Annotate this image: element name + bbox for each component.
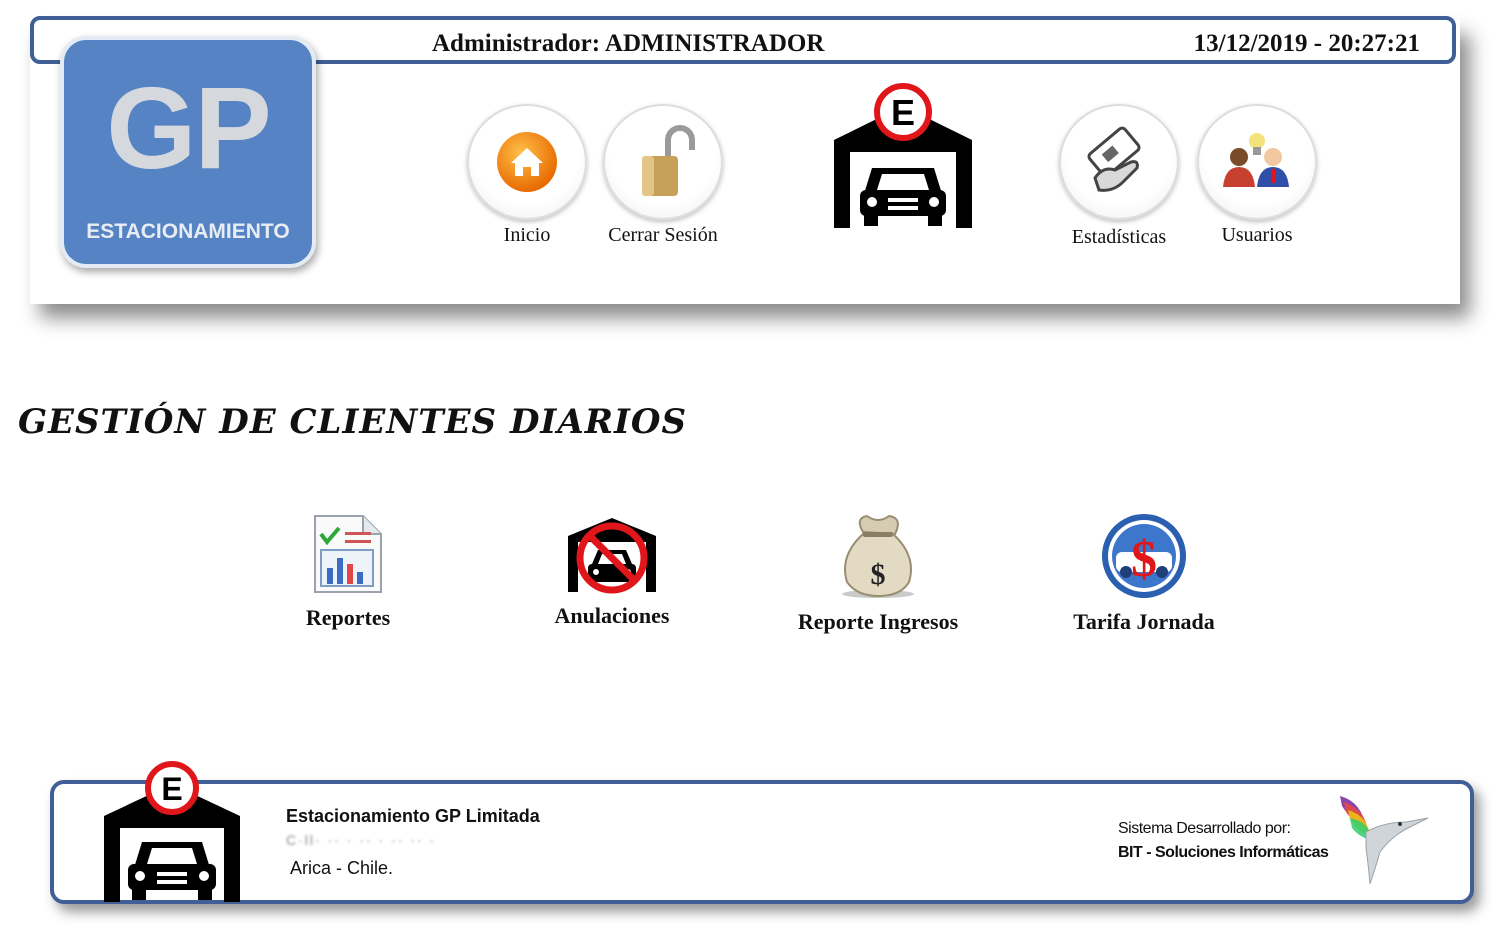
- nav-statistics-label: Estadísticas: [1071, 226, 1167, 248]
- users-icon: [1197, 104, 1317, 220]
- footer-city: Arica - Chile.: [290, 858, 394, 878]
- nav-users-label: Usuarios: [1221, 224, 1293, 246]
- nav-users-button[interactable]: Usuarios: [1196, 104, 1318, 247]
- footer: Estacionamiento GP Limitada C·ll· ·· · ·…: [50, 780, 1474, 904]
- footer-developed-by: Sistema Desarrollado por:: [1118, 820, 1291, 837]
- money-bag-icon: $: [786, 510, 970, 605]
- svg-text:$: $: [871, 558, 886, 591]
- daily-rate-label: Tarifa Jornada: [1073, 609, 1215, 634]
- footer-company: Estacionamiento GP Limitada: [286, 806, 540, 826]
- footer-developer: BIT - Soluciones Informáticas: [1118, 844, 1329, 861]
- section-title: GESTIÓN DE CLIENTES DIARIOS: [18, 402, 688, 442]
- cancellations-label: Anulaciones: [554, 603, 670, 628]
- hummingbird-logo: [1336, 792, 1432, 893]
- income-report-label: Reporte Ingresos: [797, 609, 959, 634]
- reports-label: Reportes: [305, 605, 391, 630]
- logo-subtitle: ESTACIONAMIENTO: [86, 220, 290, 243]
- nav-statistics-button[interactable]: Estadísticas: [1058, 104, 1180, 249]
- logo-text: GP: [106, 63, 272, 193]
- income-report-button[interactable]: $ Reporte Ingresos: [786, 510, 970, 635]
- current-datetime: 13/12/2019 - 20:27:21: [1193, 30, 1420, 57]
- parking-logo-letter: E: [891, 92, 915, 133]
- padlock-icon: [603, 104, 723, 220]
- home-icon: [467, 104, 587, 220]
- footer-street: C·ll· ·· · ·· · ·· ·· ·: [286, 832, 437, 848]
- nav-logout-button[interactable]: Cerrar Sesión: [602, 104, 724, 247]
- ticket-hand-icon: [1059, 104, 1179, 220]
- nav-logout-label: Cerrar Sesión: [608, 224, 718, 246]
- footer-parking-logo: E: [100, 760, 244, 909]
- report-chart-icon: [288, 512, 408, 601]
- dollar-car-icon: $: [1062, 512, 1226, 605]
- nav-home-label: Inicio: [503, 224, 551, 246]
- cancellations-button[interactable]: Anulaciones: [540, 514, 684, 629]
- reports-button[interactable]: Reportes: [288, 512, 408, 631]
- current-user: Administrador: ADMINISTRADOR: [432, 30, 825, 57]
- app-logo[interactable]: GP ESTACIONAMIENTO: [60, 36, 316, 268]
- parking-logo: E: [830, 82, 976, 235]
- nav-home-button[interactable]: Inicio: [466, 104, 588, 247]
- footer-logo-letter: E: [161, 771, 182, 807]
- svg-text:$: $: [1131, 531, 1157, 588]
- no-parking-car-icon: [540, 514, 684, 599]
- daily-rate-button[interactable]: $ Tarifa Jornada: [1062, 512, 1226, 635]
